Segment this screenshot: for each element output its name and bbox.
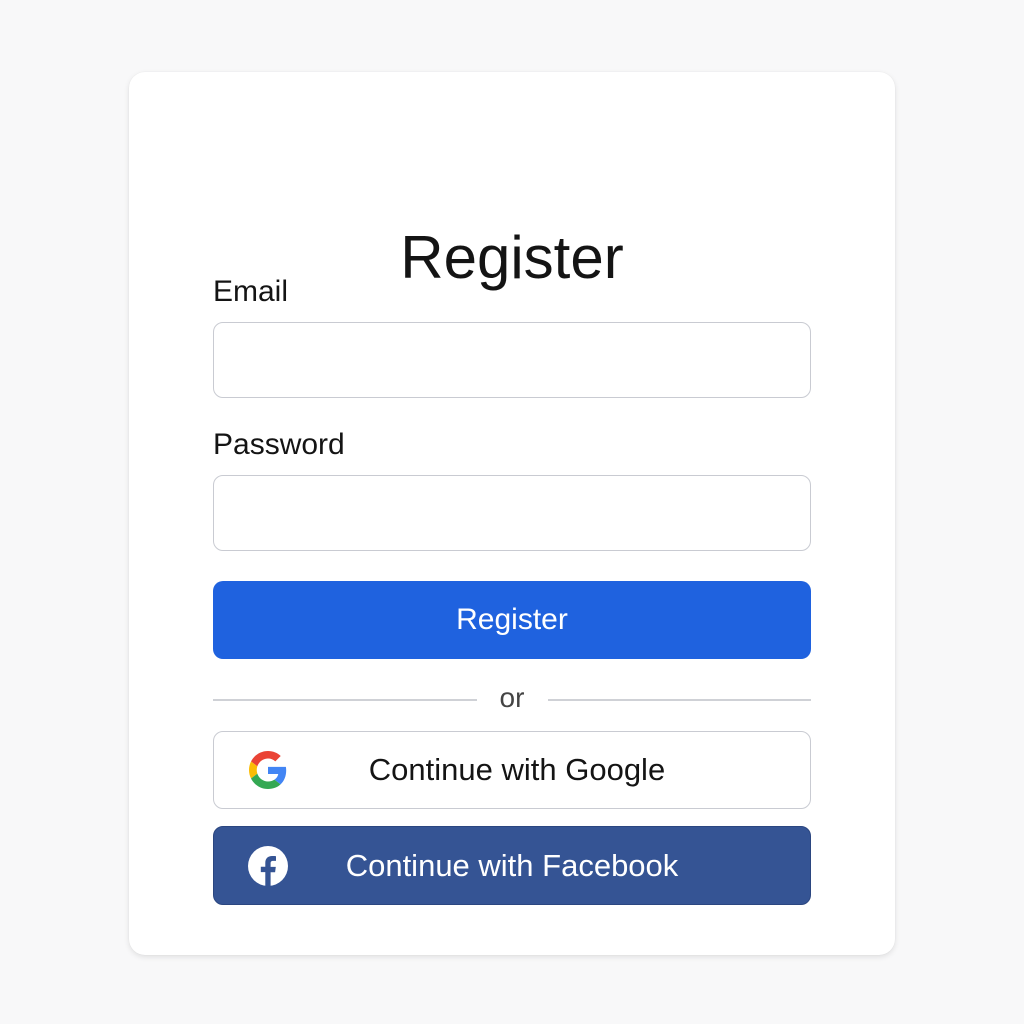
divider-or-text: or [499,682,525,713]
register-button-label: Register [456,603,568,636]
register-button[interactable]: Register [213,581,811,659]
email-field[interactable] [213,322,811,398]
page: Register Email Password Register or Cont… [0,0,1024,1024]
email-label: Email [213,275,289,308]
facebook-signin-button[interactable]: Continue with Facebook [213,826,811,905]
password-label: Password [213,428,345,461]
google-button-label: Continue with Google [368,752,666,787]
facebook-button-label: Continue with Facebook [345,847,679,883]
google-g-icon [248,750,288,790]
password-field[interactable] [213,475,811,551]
facebook-f-icon [248,845,288,886]
google-signin-button[interactable]: Continue with Google [213,731,811,809]
